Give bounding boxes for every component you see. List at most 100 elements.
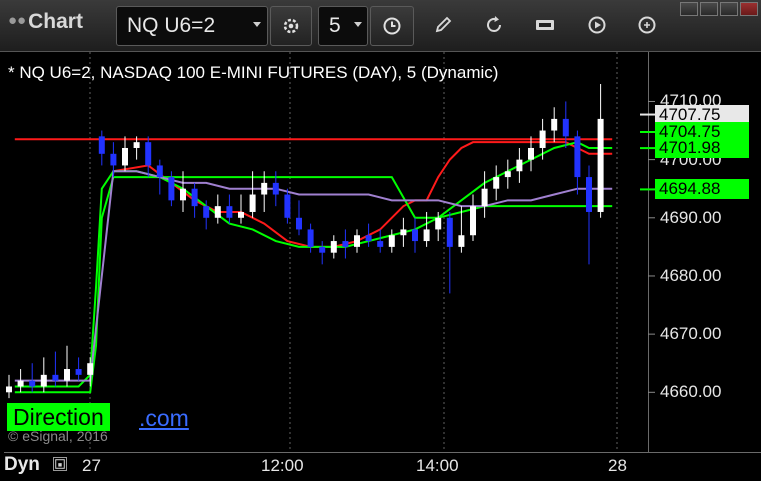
candle-body bbox=[75, 369, 82, 375]
chart-panel[interactable]: * NQ U6=2, NASDAQ 100 E-MINI FUTURES (DA… bbox=[0, 52, 761, 481]
time-axis-separator bbox=[4, 452, 761, 453]
play-icon[interactable] bbox=[586, 14, 608, 36]
interval-text: 5 bbox=[329, 14, 341, 37]
time-label-27: 27 bbox=[82, 456, 101, 475]
candle bbox=[481, 171, 488, 218]
candle-body bbox=[272, 182, 279, 195]
candle-body bbox=[423, 229, 430, 242]
more-icon[interactable] bbox=[636, 14, 658, 36]
candle-body bbox=[6, 386, 12, 393]
dropdown-caret-icon[interactable] bbox=[354, 22, 362, 27]
candle bbox=[551, 107, 558, 143]
get-icon[interactable] bbox=[534, 14, 556, 36]
refresh-icon[interactable] bbox=[483, 14, 505, 36]
time-gridlines bbox=[89, 52, 618, 452]
candle bbox=[354, 229, 360, 253]
candle bbox=[377, 229, 384, 253]
candle bbox=[330, 235, 337, 259]
candle-body bbox=[180, 188, 186, 201]
close-icon[interactable] bbox=[740, 2, 758, 16]
candle-body bbox=[133, 142, 140, 148]
time-label-1200: 12:00 bbox=[261, 456, 304, 475]
candle-body bbox=[98, 136, 105, 154]
candle-body bbox=[145, 142, 152, 166]
app-title-text: Chart bbox=[28, 10, 83, 33]
candle-body bbox=[238, 211, 244, 218]
symbol-text: NQ U6=2 bbox=[127, 14, 216, 37]
time-label-28: 28 bbox=[608, 456, 627, 475]
candle-body bbox=[319, 246, 326, 253]
price-axis-ticks bbox=[640, 100, 655, 393]
settings-gear-icon bbox=[283, 18, 299, 34]
candle-body bbox=[52, 374, 59, 381]
candle bbox=[597, 84, 604, 218]
candle-body bbox=[388, 235, 395, 247]
candle-body bbox=[156, 165, 163, 178]
candle bbox=[365, 223, 372, 247]
candle-body bbox=[493, 177, 500, 189]
copyright-text: © eSignal, 2016 bbox=[8, 428, 108, 444]
maximize-icon[interactable] bbox=[700, 2, 718, 16]
symbol-input[interactable]: NQ U6=2 bbox=[116, 6, 268, 46]
price-axis-label: 4690.00 bbox=[660, 207, 722, 227]
candle bbox=[249, 171, 256, 218]
candle bbox=[145, 136, 152, 178]
indicator-line bbox=[14, 170, 613, 382]
clock-icon bbox=[383, 17, 401, 35]
candle-body bbox=[586, 177, 592, 212]
candle bbox=[516, 147, 523, 183]
candle bbox=[586, 165, 592, 265]
watermark-brand: Direction bbox=[7, 403, 110, 431]
indicator-line bbox=[14, 176, 613, 394]
pencil-icon[interactable] bbox=[432, 14, 454, 36]
restore-icon[interactable] bbox=[720, 2, 738, 16]
candle-body bbox=[446, 217, 453, 247]
app-title: ●●Chart bbox=[8, 10, 83, 34]
candle bbox=[29, 363, 36, 393]
toolbar: ●●Chart NQ U6=2 5 bbox=[0, 0, 761, 52]
dropdown-caret-icon[interactable] bbox=[253, 22, 261, 27]
candle-body bbox=[504, 171, 511, 178]
chart-header: * NQ U6=2, NASDAQ 100 E-MINI FUTURES (DA… bbox=[8, 63, 499, 82]
interval-clock-button[interactable] bbox=[370, 6, 414, 46]
candle-body bbox=[214, 206, 221, 218]
candle-body bbox=[261, 182, 268, 195]
candle bbox=[226, 194, 233, 224]
candle bbox=[98, 130, 105, 166]
candle-body bbox=[191, 188, 198, 207]
price-tag: 4701.98 bbox=[655, 138, 749, 159]
candle-body bbox=[412, 229, 418, 242]
price-tag: 4694.88 bbox=[655, 179, 749, 200]
symbol-settings-button[interactable] bbox=[270, 6, 312, 46]
lock-icon[interactable] bbox=[53, 457, 67, 471]
candle-body bbox=[516, 159, 523, 172]
candle-body bbox=[284, 194, 291, 218]
price-axis-label: 4660.00 bbox=[660, 382, 722, 402]
candle bbox=[6, 374, 12, 399]
candle bbox=[214, 194, 221, 224]
candle-body bbox=[354, 235, 360, 247]
candle-body bbox=[481, 188, 488, 207]
candle bbox=[296, 200, 302, 236]
interval-input[interactable]: 5 bbox=[318, 6, 368, 46]
candle-body bbox=[365, 235, 372, 242]
watermark-link[interactable]: .com bbox=[139, 405, 189, 432]
candle-body bbox=[377, 241, 384, 247]
candle bbox=[504, 159, 511, 189]
candle-body bbox=[40, 374, 47, 387]
candle-body bbox=[87, 363, 94, 375]
price-chart[interactable] bbox=[0, 52, 761, 481]
chart-window-icon: ●● bbox=[8, 12, 27, 29]
minimize-icon[interactable] bbox=[680, 2, 698, 16]
candle-body bbox=[29, 380, 36, 387]
candle-body bbox=[330, 241, 337, 253]
candle-body bbox=[296, 217, 302, 230]
candle-body bbox=[249, 194, 256, 212]
candle-body bbox=[342, 241, 349, 247]
candle-body bbox=[435, 217, 442, 230]
candle bbox=[307, 223, 314, 253]
candle bbox=[388, 229, 395, 253]
candle bbox=[493, 165, 500, 201]
candle-body bbox=[528, 147, 534, 160]
dynamic-mode-label: Dyn bbox=[4, 454, 40, 475]
